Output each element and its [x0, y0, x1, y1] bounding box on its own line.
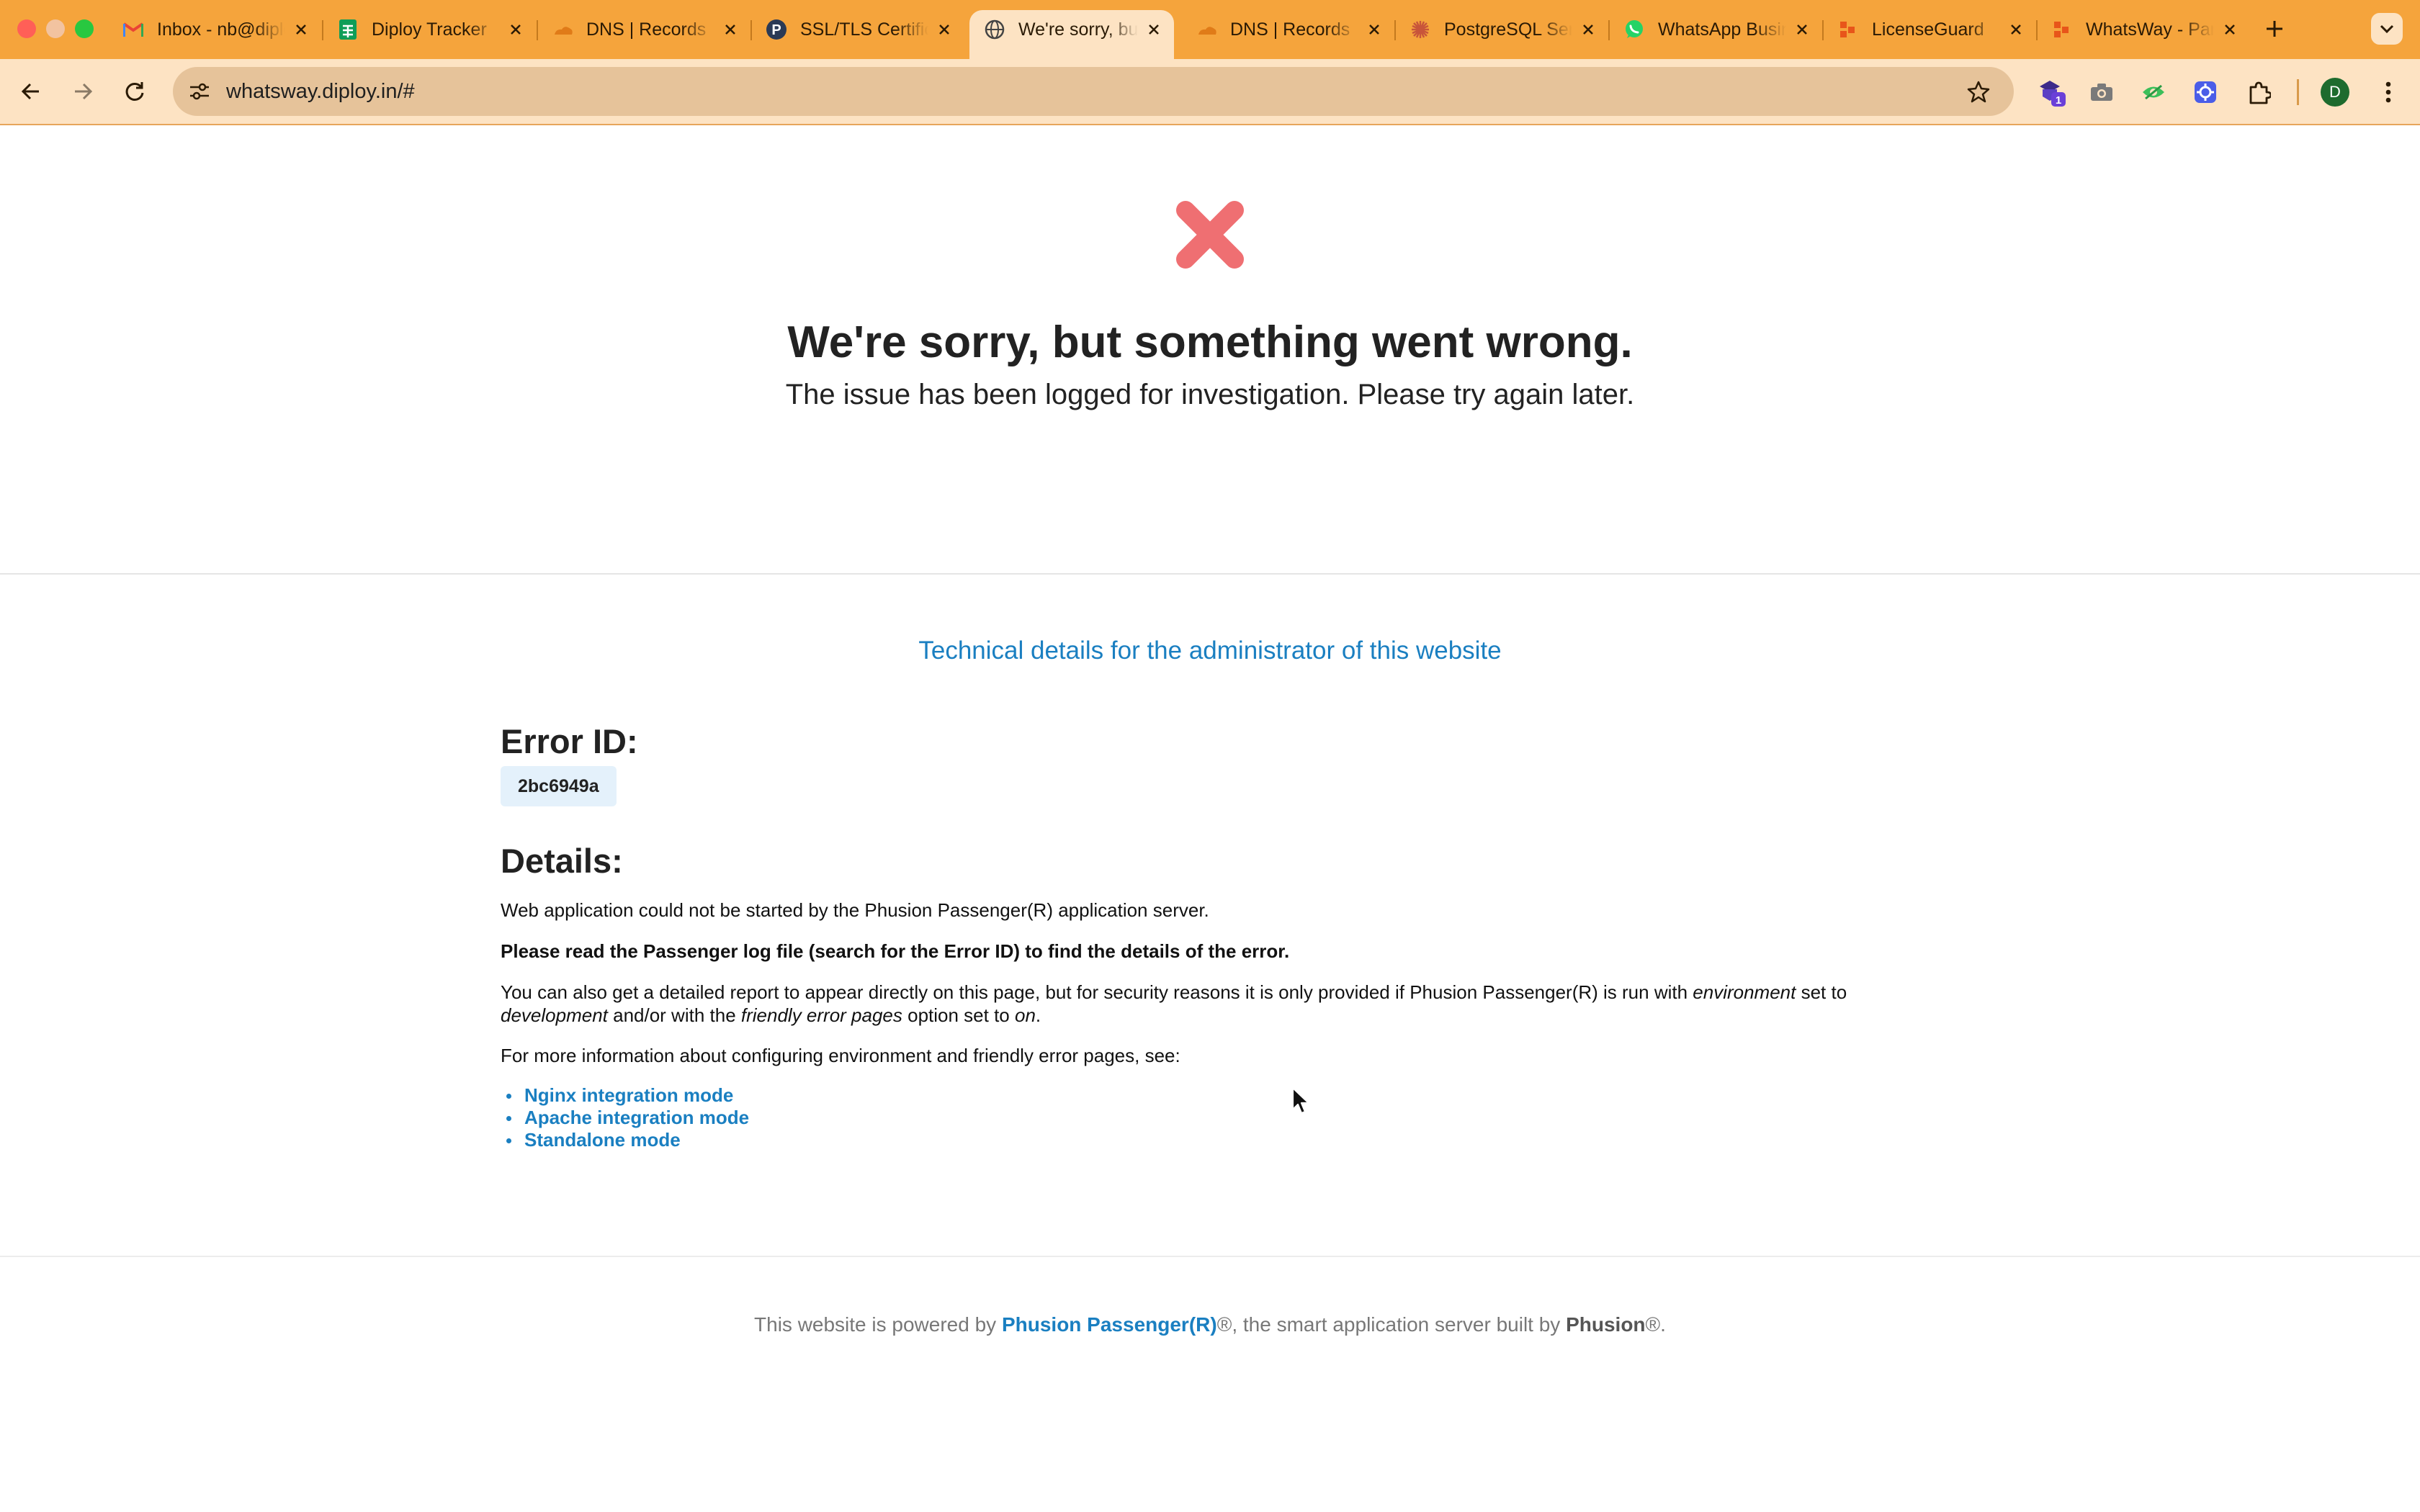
- footer: This website is powered by Phusion Passe…: [754, 1313, 1666, 1336]
- reload-button[interactable]: [118, 75, 151, 108]
- tab-postgresql[interactable]: PostgreSQL Server: [1395, 10, 1608, 49]
- standalone-mode-link[interactable]: Standalone mode: [501, 1129, 749, 1151]
- cloudflare-icon: [1196, 19, 1217, 40]
- details-paragraph-1: Web application could not be started by …: [501, 899, 1209, 921]
- details-paragraph-3: You can also get a detailed report to ap…: [501, 981, 1847, 1026]
- tab-search-button[interactable]: [2371, 13, 2403, 45]
- gmail-icon: [122, 19, 144, 40]
- extension-badge-icon[interactable]: 1: [2035, 76, 2067, 108]
- svg-text:1: 1: [2056, 94, 2061, 107]
- error-x-icon: [1176, 201, 1244, 269]
- phusion-passenger-link[interactable]: Phusion Passenger(R): [1002, 1313, 1217, 1336]
- page-headline: We're sorry, but something went wrong.: [787, 318, 1633, 367]
- tab-title: LicenseGuard: [1872, 19, 1984, 40]
- tab-diploy-tracker[interactable]: Diploy Tracker: [323, 10, 536, 49]
- tab-close-icon[interactable]: [1364, 19, 1384, 40]
- diploy-icon: [2051, 19, 2073, 40]
- back-button[interactable]: [14, 75, 48, 108]
- tab-bar: Inbox - nb@diploy.in Diploy Tracker DNS …: [0, 0, 2420, 59]
- profile-avatar[interactable]: D: [2321, 78, 2349, 107]
- tab-close-icon[interactable]: [506, 19, 526, 40]
- cloudflare-icon: [552, 19, 573, 40]
- technical-details-link[interactable]: Technical details for the administrator …: [0, 636, 2420, 665]
- tab-close-icon[interactable]: [2006, 19, 2026, 40]
- details-heading: Details:: [501, 842, 623, 880]
- tab-close-icon[interactable]: [291, 19, 311, 40]
- tab-title: We're sorry, but something went wrong: [1018, 19, 1138, 40]
- tab-dns-records-2[interactable]: DNS | Records: [1181, 10, 1394, 49]
- sheets-icon: [337, 19, 359, 40]
- tab-close-icon[interactable]: [1578, 19, 1598, 40]
- gear-extension-icon[interactable]: [2190, 76, 2221, 108]
- tab-title: DNS | Records: [586, 19, 707, 40]
- extensions-puzzle-icon[interactable]: [2243, 76, 2275, 108]
- tab-title: WhatsWay - Panel: [2086, 19, 2214, 40]
- tab-close-icon[interactable]: [720, 19, 740, 40]
- diploy-icon: [1837, 19, 1859, 40]
- window-close-button[interactable]: [17, 19, 36, 38]
- bookmark-star-icon[interactable]: [1965, 78, 1992, 105]
- details-paragraph-2: Please read the Passenger log file (sear…: [501, 940, 1290, 962]
- globe-icon: [984, 19, 1005, 40]
- tab-title: Diploy Tracker: [372, 19, 487, 40]
- error-id-badge: 2bc6949a: [501, 766, 617, 806]
- tab-close-icon[interactable]: [1792, 19, 1812, 40]
- tab-title: Inbox - nb@diploy.in: [157, 19, 285, 40]
- browser-toolbar: whatsway.diploy.in/# 1 D: [0, 59, 2420, 125]
- eye-extension-icon[interactable]: [2138, 76, 2169, 108]
- whatsapp-icon: [1623, 19, 1645, 40]
- window-zoom-button[interactable]: [75, 19, 94, 38]
- svg-text:P: P: [771, 22, 781, 38]
- config-links-list: Nginx integration mode Apache integratio…: [501, 1084, 749, 1151]
- tab-close-icon[interactable]: [2220, 19, 2240, 40]
- tab-inbox[interactable]: Inbox - nb@diploy.in: [108, 10, 321, 49]
- tab-error-page[interactable]: We're sorry, but something went wrong: [969, 10, 1174, 59]
- browser-menu-icon[interactable]: [2372, 76, 2404, 108]
- camera-icon[interactable]: [2086, 76, 2118, 108]
- tab-close-icon[interactable]: [934, 19, 954, 40]
- divider: [0, 573, 2420, 575]
- tab-close-icon[interactable]: [1144, 19, 1164, 40]
- tab-title: WhatsApp Business: [1658, 19, 1786, 40]
- site-info-icon[interactable]: [183, 75, 216, 108]
- apache-mode-link[interactable]: Apache integration mode: [501, 1107, 749, 1129]
- details-paragraph-4: For more information about configuring e…: [501, 1045, 1180, 1066]
- p-icon: P: [766, 19, 787, 40]
- toolbar-divider: [2297, 79, 2299, 105]
- new-tab-button[interactable]: [2260, 14, 2289, 43]
- error-id-heading: Error ID:: [501, 722, 638, 760]
- tab-whatsway[interactable]: WhatsWay - Panel: [2037, 10, 2250, 49]
- address-bar[interactable]: whatsway.diploy.in/#: [173, 67, 2014, 116]
- mouse-cursor-icon: [1291, 1086, 1310, 1115]
- tab-dns-records[interactable]: DNS | Records: [537, 10, 750, 49]
- forward-button[interactable]: [66, 75, 99, 108]
- window-minimize-button[interactable]: [46, 19, 65, 38]
- tab-ssl-tls[interactable]: P SSL/TLS Certificates: [751, 10, 964, 49]
- page-subline: The issue has been logged for investigat…: [785, 379, 1635, 410]
- nginx-mode-link[interactable]: Nginx integration mode: [501, 1084, 749, 1107]
- tab-title: SSL/TLS Certificates: [800, 19, 928, 40]
- tab-licenseguard[interactable]: LicenseGuard: [1823, 10, 2036, 49]
- footer-divider: [0, 1256, 2420, 1257]
- tab-whatsapp-business[interactable]: WhatsApp Business: [1609, 10, 1822, 49]
- error-page: We're sorry, but something went wrong. T…: [0, 125, 2420, 1512]
- asterisk-icon: [1410, 19, 1431, 40]
- tab-title: PostgreSQL Server: [1444, 19, 1572, 40]
- tab-title: DNS | Records: [1230, 19, 1350, 40]
- url-text[interactable]: whatsway.diploy.in/#: [226, 67, 415, 116]
